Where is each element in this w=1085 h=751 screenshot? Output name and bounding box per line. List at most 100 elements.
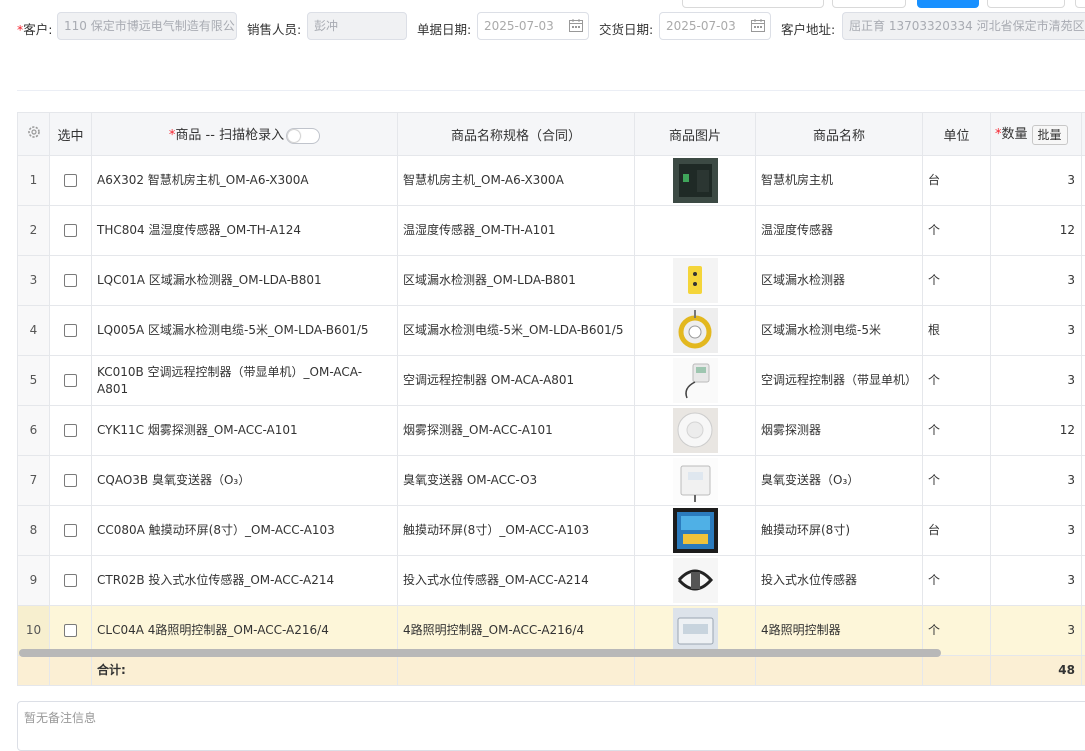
product-cell[interactable]: CC080A 触摸动环屏(8寸）_OM-ACC-A103 <box>92 506 398 556</box>
qty-cell[interactable]: 3 <box>991 256 1082 306</box>
spec-cell[interactable]: 区域漏水检测器_OM-LDA-B801 <box>398 256 635 306</box>
product-table: 选中 *商品 -- 扫描枪录入 商品名称规格（合同） 商品图片 商品名称 单位 … <box>17 112 1085 690</box>
product-image[interactable] <box>673 608 718 653</box>
product-cell[interactable]: LQC01A 区域漏水检测器_OM-LDA-B801 <box>92 256 398 306</box>
image-cell <box>635 206 756 256</box>
product-image[interactable] <box>673 308 718 353</box>
customer-field[interactable]: 110 保定市博远电气制造有限公 <box>57 12 237 40</box>
row-checkbox[interactable] <box>64 374 77 387</box>
extra-cell <box>1082 306 1085 356</box>
extra-cell <box>1082 256 1085 306</box>
spec-cell[interactable]: 臭氧变送器 OM-ACC-O3 <box>398 456 635 506</box>
table-row[interactable]: 5KC010B 空调远程控制器（带显单机）_OM-ACA-A801空调远程控制器… <box>18 356 1085 406</box>
spec-cell[interactable]: 烟雾探测器_OM-ACC-A101 <box>398 406 635 456</box>
table-row[interactable]: 8CC080A 触摸动环屏(8寸）_OM-ACC-A103触摸动环屏(8寸）_O… <box>18 506 1085 556</box>
spec-cell[interactable]: 温湿度传感器_OM-TH-A101 <box>398 206 635 256</box>
qty-cell[interactable]: 3 <box>991 306 1082 356</box>
product-cell[interactable]: CTR02B 投入式水位传感器_OM-ACC-A214 <box>92 556 398 606</box>
name-cell: 区域漏水检测电缆-5米 <box>756 306 923 356</box>
row-select-cell <box>50 156 92 206</box>
row-select-cell <box>50 556 92 606</box>
spec-cell[interactable]: 触摸动环屏(8寸）_OM-ACC-A103 <box>398 506 635 556</box>
unit-cell: 个 <box>923 206 991 256</box>
row-checkbox[interactable] <box>64 524 77 537</box>
qty-cell[interactable]: 12 <box>991 406 1082 456</box>
qty-cell[interactable]: 3 <box>991 456 1082 506</box>
product-cell[interactable]: CQAO3B 臭氧变送器（O₃） <box>92 456 398 506</box>
spec-cell[interactable]: 空调远程控制器 OM-ACA-A801 <box>398 356 635 406</box>
salesperson-field[interactable]: 彭冲 <box>307 12 407 40</box>
remark-textarea[interactable]: 暂无备注信息 <box>17 701 1085 751</box>
product-image[interactable] <box>673 158 718 203</box>
qty-cell[interactable]: 3 <box>991 606 1082 656</box>
scan-toggle[interactable] <box>286 128 320 144</box>
product-cell[interactable]: A6X302 智慧机房主机_OM-A6-X300A <box>92 156 398 206</box>
product-image[interactable] <box>673 458 718 503</box>
table-row[interactable]: 3 LQC01A 区域漏水检测器_OM-LDA-B801区域漏水检测器_OM-LD… <box>18 256 1085 306</box>
name-cell: 臭氧变送器（O₃） <box>756 456 923 506</box>
qty-cell[interactable]: 3 <box>991 556 1082 606</box>
row-select-cell <box>50 406 92 456</box>
address-field[interactable]: 屈正育 13703320334 河北省保定市清苑区新 <box>842 12 1085 40</box>
product-cell[interactable]: THC804 温湿度传感器_OM-TH-A124 <box>92 206 398 256</box>
order-date-picker[interactable]: 2025-07-03 <box>477 12 589 40</box>
product-image[interactable] <box>673 358 718 403</box>
delivery-date-value: 2025-07-03 <box>666 19 736 33</box>
qty-cell[interactable]: 3 <box>991 156 1082 206</box>
row-number: 3 <box>18 256 50 306</box>
spec-cell[interactable]: 投入式水位传感器_OM-ACC-A214 <box>398 556 635 606</box>
row-checkbox[interactable] <box>64 224 77 237</box>
summary-cell <box>923 656 991 686</box>
table-row[interactable]: 10CLC04A 4路照明控制器_OM-ACC-A216/44路照明控制器_OM… <box>18 606 1085 656</box>
toolbar-button-5[interactable] <box>1075 0 1085 8</box>
image-cell <box>635 156 756 206</box>
horizontal-scrollbar[interactable] <box>19 649 941 657</box>
image-cell <box>635 256 756 306</box>
summary-cell <box>50 656 92 686</box>
product-image[interactable] <box>673 508 718 553</box>
row-select-cell <box>50 206 92 256</box>
row-checkbox[interactable] <box>64 424 77 437</box>
toolbar-button-4[interactable] <box>987 0 1065 8</box>
image-cell <box>635 406 756 456</box>
table-row[interactable]: 1A6X302 智慧机房主机_OM-A6-X300A智慧机房主机_OM-A6-X… <box>18 156 1085 206</box>
product-cell[interactable]: KC010B 空调远程控制器（带显单机）_OM-ACA-A801 <box>92 356 398 406</box>
row-checkbox[interactable] <box>64 274 77 287</box>
toolbar-button-primary[interactable] <box>917 0 979 8</box>
row-checkbox[interactable] <box>64 174 77 187</box>
order-header-form: *客户: 110 保定市博远电气制造有限公 销售人员: 彭冲 单据日期: 202… <box>0 12 1085 42</box>
product-image[interactable] <box>673 408 718 453</box>
extra-cell <box>1082 156 1085 206</box>
toolbar-button-1[interactable] <box>682 0 824 8</box>
row-checkbox[interactable] <box>64 574 77 587</box>
spec-cell[interactable]: 智慧机房主机_OM-A6-X300A <box>398 156 635 206</box>
product-image[interactable] <box>673 558 718 603</box>
extra-cell <box>1082 406 1085 456</box>
table-row[interactable]: 6CYK11C 烟雾探测器_OM-ACC-A101烟雾探测器_OM-ACC-A1… <box>18 406 1085 456</box>
table-row[interactable]: 4LQ005A 区域漏水检测电缆-5米_OM-LDA-B601/5区域漏水检测电… <box>18 306 1085 356</box>
product-cell[interactable]: CYK11C 烟雾探测器_OM-ACC-A101 <box>92 406 398 456</box>
row-checkbox[interactable] <box>64 324 77 337</box>
qty-cell[interactable]: 12 <box>991 206 1082 256</box>
row-checkbox[interactable] <box>64 474 77 487</box>
spec-cell[interactable]: 4路照明控制器_OM-ACC-A216/4 <box>398 606 635 656</box>
gear-icon[interactable] <box>27 125 41 139</box>
qty-cell[interactable]: 3 <box>991 506 1082 556</box>
column-settings[interactable] <box>18 113 50 156</box>
spec-cell[interactable]: 区域漏水检测电缆-5米_OM-LDA-B601/5 <box>398 306 635 356</box>
extra-cell <box>1082 606 1085 656</box>
table-row[interactable]: 7CQAO3B 臭氧变送器（O₃）臭氧变送器 OM-ACC-O3臭氧变送器（O₃… <box>18 456 1085 506</box>
row-select-cell <box>50 256 92 306</box>
name-cell: 温湿度传感器 <box>756 206 923 256</box>
row-checkbox[interactable] <box>64 624 77 637</box>
image-cell <box>635 556 756 606</box>
table-row[interactable]: 2THC804 温湿度传感器_OM-TH-A124温湿度传感器_OM-TH-A1… <box>18 206 1085 256</box>
product-cell[interactable]: LQ005A 区域漏水检测电缆-5米_OM-LDA-B601/5 <box>92 306 398 356</box>
table-row[interactable]: 9CTR02B 投入式水位传感器_OM-ACC-A214投入式水位传感器_OM-… <box>18 556 1085 606</box>
delivery-date-picker[interactable]: 2025-07-03 <box>659 12 771 40</box>
qty-cell[interactable]: 3 <box>991 356 1082 406</box>
batch-button[interactable]: 批量 <box>1032 125 1068 145</box>
product-image[interactable] <box>673 258 718 303</box>
product-cell[interactable]: CLC04A 4路照明控制器_OM-ACC-A216/4 <box>92 606 398 656</box>
toolbar-button-2[interactable] <box>832 0 906 8</box>
